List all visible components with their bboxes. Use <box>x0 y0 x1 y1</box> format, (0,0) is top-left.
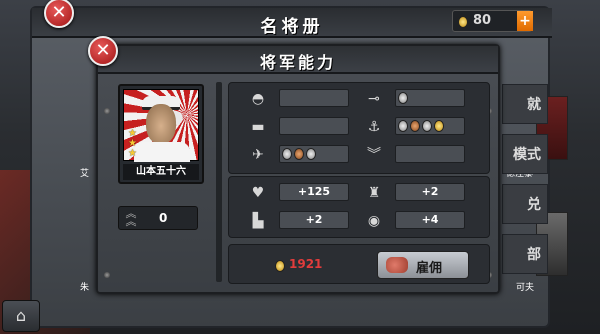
hire-button-label: 雇佣 <box>416 261 443 276</box>
handshake-icon <box>386 257 408 273</box>
gold-medal-icon <box>458 16 468 28</box>
silver-medal-icon <box>282 148 292 160</box>
equipment-slot[interactable] <box>279 145 349 163</box>
hire-button[interactable]: 雇佣 <box>377 251 469 279</box>
equipment-slot[interactable] <box>395 89 465 107</box>
stat-value: +4 <box>395 211 465 229</box>
artillery-icon: ⊸ <box>368 91 380 107</box>
panel-divider <box>216 82 222 282</box>
bronze-medal-icon <box>410 120 420 132</box>
gold-counter: 80 + <box>452 10 533 32</box>
side-tab[interactable]: 模式 <box>502 134 548 174</box>
side-tab[interactable]: 部 <box>502 234 548 274</box>
hire-cost: 1921 <box>289 257 323 271</box>
tank-icon: ▬ <box>251 119 265 135</box>
bronze-medal-icon <box>294 148 304 160</box>
general-portrait: ★ ★ ★ <box>123 89 199 162</box>
stat-value: +2 <box>395 183 465 201</box>
silver-medal-icon <box>306 148 316 160</box>
grenade-icon: ◉ <box>367 213 381 229</box>
silver-medal-icon <box>422 120 432 132</box>
fortress-icon: ♜ <box>367 185 381 201</box>
general-name: 山本五十六 <box>123 164 199 180</box>
side-tab[interactable]: 兑 <box>502 184 548 224</box>
rank-box: ︽ ︽ 0 <box>118 206 198 230</box>
stat-value: +2 <box>279 211 349 229</box>
bolt-decoration <box>104 272 110 278</box>
rank-chevron-icon: ︾ <box>367 147 381 163</box>
silver-medal-icon <box>398 92 408 104</box>
stats-grid: ♥ +125 ♜ +2 ▙ +2 ◉ +4 <box>228 176 490 238</box>
close-icon: ✕ <box>95 40 111 61</box>
stat-value: +125 <box>279 183 349 201</box>
silver-medal-icon <box>398 120 408 132</box>
gold-medal-icon <box>275 260 285 272</box>
rank-chevron-icon: ︽ ︽ <box>125 207 137 228</box>
gold-medal-icon <box>434 120 444 132</box>
equipment-slot[interactable] <box>279 117 349 135</box>
general-ability-panel: 将军能力 ★ ★ ★ 山本五十六 ︽ ︽ 0 ◓ ⊸ ▬ ⚓ ✈ ︾ ♥ +12… <box>96 44 500 294</box>
airplane-icon: ✈ <box>252 147 264 163</box>
close-panel-button[interactable]: ✕ <box>88 36 118 66</box>
general-portrait-frame: ★ ★ ★ 山本五十六 <box>118 84 204 184</box>
infantry-helmet-icon: ◓ <box>251 91 265 107</box>
hire-row: 1921 雇佣 <box>228 244 490 284</box>
home-button[interactable]: ⌂ <box>2 300 40 332</box>
card-label: 朱 <box>80 283 90 293</box>
panel-title: 将军能力 <box>259 53 336 72</box>
rank-value: 0 <box>159 211 168 225</box>
heart-icon: ♥ <box>251 185 265 201</box>
add-gold-button[interactable]: + <box>517 11 533 31</box>
equipment-slot[interactable] <box>395 117 465 135</box>
home-icon: ⌂ <box>15 306 27 325</box>
card-label: 可夫 <box>516 283 535 293</box>
close-book-button[interactable]: ✕ <box>44 0 74 28</box>
bolt-decoration <box>104 108 110 114</box>
anchor-icon: ⚓ <box>367 119 381 135</box>
equipment-slot[interactable] <box>395 145 465 163</box>
close-icon: ✕ <box>51 2 67 23</box>
portrait-face <box>146 104 176 144</box>
equipment-grid: ◓ ⊸ ▬ ⚓ ✈ ︾ <box>228 82 490 174</box>
side-tab[interactable]: 就 <box>502 84 548 124</box>
gold-amount: 80 <box>473 13 492 28</box>
equipment-slot[interactable] <box>279 89 349 107</box>
boot-icon: ▙ <box>252 213 264 229</box>
portrait-uniform <box>134 142 190 162</box>
card-label: 艾 <box>80 169 90 179</box>
inner-title-bar: 将军能力 <box>98 46 498 74</box>
star-icon: ★ <box>128 148 137 159</box>
